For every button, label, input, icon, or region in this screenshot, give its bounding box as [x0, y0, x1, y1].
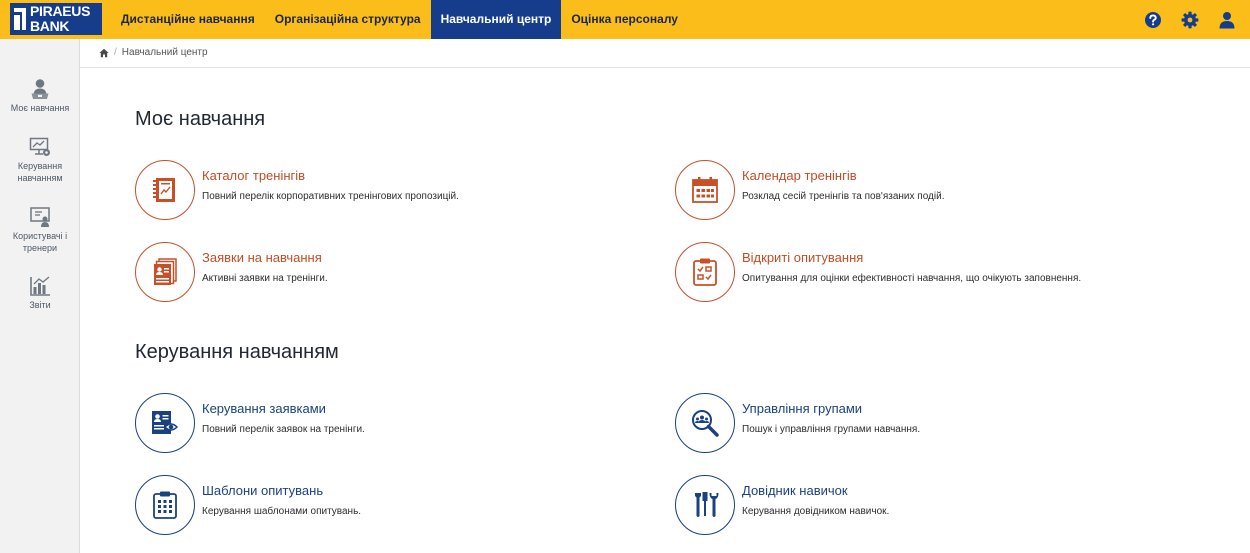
piraeus-bank-logo[interactable]: PIRAEUS BANK	[10, 3, 102, 35]
card-description: Пошук і управління групами навчання.	[742, 424, 921, 435]
card-description: Повний перелік корпоративних тренінгових…	[202, 191, 459, 202]
sidebar-item-my-learning[interactable]: Моє навчання	[0, 78, 80, 115]
card-icon-circle	[135, 160, 195, 220]
nav-staff-evaluation[interactable]: Оцінка персоналу	[561, 0, 688, 39]
users-board-icon	[30, 207, 50, 227]
card-icon-circle	[675, 393, 735, 453]
card-title[interactable]: Каталог тренінгів	[202, 168, 305, 183]
sidebar-item-label: Керування навчанням	[17, 161, 63, 183]
card-description: Опитування для оцінки ефективності навча…	[742, 273, 1082, 284]
card-title[interactable]: Заявки на навчання	[202, 250, 322, 265]
card-icon-circle	[675, 475, 735, 535]
sidebar-item-label: Моє навчання	[10, 103, 70, 113]
card-training-calendar[interactable]: Календар тренінгів Розклад сесій тренінг…	[675, 160, 1195, 220]
card-description: Активні заявки на тренінги.	[202, 273, 328, 284]
sidebar: Моє навчання Керування навчанням Користу…	[0, 39, 80, 553]
main-content: Моє навчання Каталог тренінгів Повний пе…	[80, 69, 1250, 553]
card-title[interactable]: Відкриті опитування	[742, 250, 863, 265]
logo-mark-icon	[14, 8, 26, 30]
card-manage-requests[interactable]: Керування заявками Повний перелік заявок…	[135, 393, 655, 453]
requests-icon	[154, 258, 177, 285]
main-nav: Дистанційне навчання Організаційна струк…	[111, 0, 688, 39]
card-description: Керування довідником навичок.	[742, 506, 890, 517]
breadcrumb: / Навчальний центр	[99, 47, 208, 58]
nav-training-center[interactable]: Навчальний центр	[430, 0, 562, 39]
card-skills-directory[interactable]: Довідник навичок Керування довідником на…	[675, 475, 1195, 535]
reports-chart-icon	[30, 276, 50, 296]
calendar-icon	[692, 177, 718, 203]
presentation-settings-icon	[29, 137, 50, 156]
logo-line-1: PIRAEUS	[30, 3, 91, 19]
card-group-management[interactable]: Управління групами Пошук і управління гр…	[675, 393, 1195, 453]
survey-template-icon	[153, 491, 177, 519]
sidebar-item-training-management[interactable]: Керування навчанням	[0, 136, 80, 184]
manage-requests-icon	[152, 411, 179, 434]
catalog-icon	[153, 178, 175, 202]
survey-checklist-icon	[693, 258, 717, 286]
section-title-training-management: Керування навчанням	[135, 341, 339, 363]
nav-org-structure[interactable]: Організаційна структура	[265, 0, 431, 39]
nav-distance-learning[interactable]: Дистанційне навчання	[111, 0, 265, 39]
card-survey-templates[interactable]: Шаблони опитувань Керування шаблонами оп…	[135, 475, 655, 535]
card-training-requests[interactable]: Заявки на навчання Активні заявки на тре…	[135, 242, 655, 302]
group-search-icon	[692, 410, 719, 437]
breadcrumb-separator: /	[114, 47, 117, 58]
logo-line-2: BANK	[30, 17, 70, 34]
sidebar-item-reports[interactable]: Звіти	[0, 275, 80, 312]
card-title[interactable]: Управління групами	[742, 401, 862, 416]
card-title[interactable]: Шаблони опитувань	[202, 483, 323, 498]
card-title[interactable]: Календар тренінгів	[742, 168, 857, 183]
card-description: Керування шаблонами опитувань.	[202, 506, 362, 517]
home-icon[interactable]	[99, 48, 109, 58]
card-open-surveys[interactable]: Відкриті опитування Опитування для оцінк…	[675, 242, 1195, 302]
breadcrumb-current: Навчальний центр	[121, 47, 208, 58]
top-icons	[1125, 0, 1236, 39]
tools-icon	[695, 492, 719, 517]
card-description: Розклад сесій тренінгів та пов'язаних по…	[742, 191, 945, 202]
breadcrumb-bar: / Навчальний центр	[80, 39, 1250, 68]
card-title[interactable]: Керування заявками	[202, 401, 326, 416]
sidebar-item-users-trainers[interactable]: Користувачі і тренери	[0, 206, 80, 254]
card-title[interactable]: Довідник навичок	[742, 483, 848, 498]
learner-icon	[31, 79, 49, 99]
card-icon-circle	[675, 242, 735, 302]
section-title-my-learning: Моє навчання	[135, 108, 266, 130]
logo-text: PIRAEUS BANK	[30, 4, 90, 33]
card-icon-circle	[135, 242, 195, 302]
card-icon-circle	[135, 475, 195, 535]
sidebar-item-label: Звіти	[29, 300, 51, 310]
top-bar: PIRAEUS BANK Дистанційне навчання Органі…	[0, 0, 1250, 39]
card-icon-circle	[135, 393, 195, 453]
card-icon-circle	[675, 160, 735, 220]
help-icon[interactable]	[1144, 11, 1162, 29]
sidebar-item-label: Користувачі і тренери	[12, 231, 68, 253]
user-icon[interactable]	[1218, 11, 1236, 29]
gear-icon[interactable]	[1181, 11, 1199, 29]
card-training-catalog[interactable]: Каталог тренінгів Повний перелік корпора…	[135, 160, 655, 220]
card-description: Повний перелік заявок на тренінги.	[202, 424, 365, 435]
